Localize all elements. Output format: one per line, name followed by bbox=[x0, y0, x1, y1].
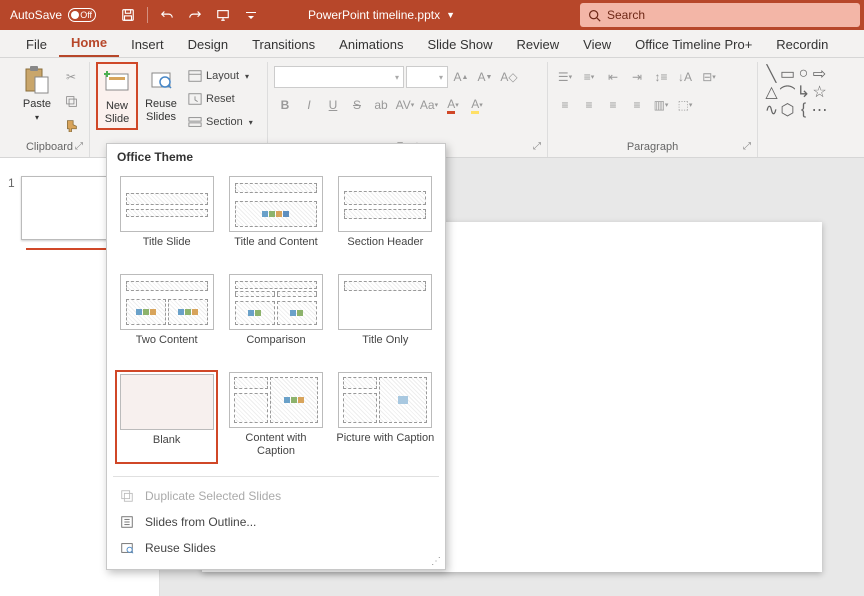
shape-triangle-icon[interactable]: △ bbox=[764, 84, 779, 99]
search-input[interactable]: Search bbox=[580, 3, 860, 27]
change-case-icon[interactable]: Aa▾ bbox=[418, 94, 440, 116]
clipboard-launcher-icon[interactable]: ⤢ bbox=[75, 141, 87, 153]
undo-icon[interactable] bbox=[155, 3, 179, 27]
strikethrough-icon[interactable]: S bbox=[346, 94, 368, 116]
font-color-icon[interactable]: A▾ bbox=[442, 94, 464, 116]
menu-duplicate-slides: Duplicate Selected Slides bbox=[107, 483, 445, 509]
layout-two-content[interactable]: Two Content bbox=[115, 272, 218, 362]
reset-button[interactable]: Reset bbox=[184, 88, 257, 110]
autosave-toggle[interactable]: AutoSave Off bbox=[0, 8, 106, 22]
title-bar: AutoSave Off PowerPoint timeline.pptx ▼ … bbox=[0, 0, 864, 30]
highlight-icon[interactable]: A▾ bbox=[466, 94, 488, 116]
shape-connector-icon[interactable]: ↳ bbox=[796, 84, 811, 99]
align-right-icon[interactable]: ≡ bbox=[602, 94, 624, 116]
group-clipboard: Paste ▾ ✂ Clipboard ⤢ bbox=[10, 62, 90, 157]
new-slide-button[interactable]: New Slide bbox=[96, 62, 138, 130]
bullets-icon[interactable]: ☰▾ bbox=[554, 66, 576, 88]
layout-section-header[interactable]: Section Header bbox=[334, 174, 437, 264]
outline-icon bbox=[119, 514, 135, 530]
text-direction-icon[interactable]: ↓A bbox=[674, 66, 696, 88]
increase-indent-icon[interactable]: ⇥ bbox=[626, 66, 648, 88]
paste-button[interactable]: Paste ▾ bbox=[16, 62, 58, 125]
autosave-label: AutoSave bbox=[10, 8, 62, 22]
shape-curve-icon[interactable]: ∿ bbox=[764, 102, 779, 117]
cut-icon[interactable]: ✂ bbox=[60, 66, 82, 88]
align-left-icon[interactable]: ≡ bbox=[554, 94, 576, 116]
layout-button[interactable]: Layout▾ bbox=[184, 65, 257, 87]
shape-more-icon[interactable]: ⋯ bbox=[812, 102, 827, 117]
shape-brace-icon[interactable]: { bbox=[796, 102, 811, 117]
justify-icon[interactable]: ≡ bbox=[626, 94, 648, 116]
format-painter-icon[interactable] bbox=[60, 114, 82, 136]
shape-line2-icon[interactable]: ⌒ bbox=[780, 84, 795, 99]
shadow-icon[interactable]: ab bbox=[370, 94, 392, 116]
paste-icon bbox=[21, 64, 53, 96]
tab-animations[interactable]: Animations bbox=[327, 32, 415, 57]
new-slide-gallery: Office Theme Title Slide Title and Conte… bbox=[106, 143, 446, 570]
reuse-icon bbox=[119, 540, 135, 556]
reuse-slides-button[interactable]: Reuse Slides bbox=[140, 62, 182, 126]
tab-design[interactable]: Design bbox=[176, 32, 240, 57]
layout-title-content[interactable]: Title and Content bbox=[224, 174, 327, 264]
line-spacing-icon[interactable]: ↕≡ bbox=[650, 66, 672, 88]
increase-font-icon[interactable]: A▲ bbox=[450, 66, 472, 88]
decrease-indent-icon[interactable]: ⇤ bbox=[602, 66, 624, 88]
convert-smartart-icon[interactable]: ⬚▾ bbox=[674, 94, 696, 116]
new-slide-icon bbox=[101, 66, 133, 98]
group-label-clipboard: Clipboard bbox=[16, 139, 83, 157]
gallery-header: Office Theme bbox=[107, 144, 445, 170]
layout-title-only[interactable]: Title Only bbox=[334, 272, 437, 362]
font-size-combo[interactable]: ▾ bbox=[406, 66, 448, 88]
underline-icon[interactable]: U bbox=[322, 94, 344, 116]
layout-blank[interactable]: Blank bbox=[115, 370, 218, 464]
document-title: PowerPoint timeline.pptx ▼ bbox=[183, 8, 580, 22]
menu-slides-from-outline[interactable]: Slides from Outline... bbox=[107, 509, 445, 535]
shape-freeform-icon[interactable]: ⬡ bbox=[780, 102, 795, 117]
shape-star-icon[interactable]: ☆ bbox=[812, 84, 827, 99]
group-label-paragraph: Paragraph bbox=[554, 139, 751, 157]
reuse-slides-icon bbox=[145, 64, 177, 96]
shape-line-icon[interactable]: ╲ bbox=[764, 66, 779, 81]
section-button[interactable]: Section▾ bbox=[184, 111, 257, 133]
tab-view[interactable]: View bbox=[571, 32, 623, 57]
tab-file[interactable]: File bbox=[14, 32, 59, 57]
shape-arrow-icon[interactable]: ⇨ bbox=[812, 66, 827, 81]
layout-picture-caption[interactable]: Picture with Caption bbox=[334, 370, 437, 464]
align-center-icon[interactable]: ≡ bbox=[578, 94, 600, 116]
font-launcher-icon[interactable]: ⤢ bbox=[533, 141, 545, 153]
tab-insert[interactable]: Insert bbox=[119, 32, 176, 57]
copy-icon[interactable] bbox=[60, 90, 82, 112]
group-drawing: ╲ ▭ ○ ⇨ △ ⌒ ↳ ☆ ∿ ⬡ { ⋯ bbox=[758, 62, 826, 157]
group-paragraph: ☰▾ ≡▾ ⇤ ⇥ ↕≡ ↓A ⊟▾ ≡ ≡ ≡ ≡ ▥▾ ⬚▾ Paragra… bbox=[548, 62, 758, 157]
align-text-icon[interactable]: ⊟▾ bbox=[698, 66, 720, 88]
save-icon[interactable] bbox=[116, 3, 140, 27]
italic-icon[interactable]: I bbox=[298, 94, 320, 116]
char-spacing-icon[interactable]: AV▾ bbox=[394, 94, 416, 116]
layout-title-slide[interactable]: Title Slide bbox=[115, 174, 218, 264]
paragraph-launcher-icon[interactable]: ⤢ bbox=[743, 141, 755, 153]
shape-oval-icon[interactable]: ○ bbox=[796, 66, 811, 81]
ribbon-tabs: File Home Insert Design Transitions Anim… bbox=[0, 30, 864, 58]
font-family-combo[interactable]: ▾ bbox=[274, 66, 404, 88]
slide-number: 1 bbox=[8, 176, 15, 190]
duplicate-icon bbox=[119, 488, 135, 504]
tab-home[interactable]: Home bbox=[59, 30, 119, 57]
layout-comparison[interactable]: Comparison bbox=[224, 272, 327, 362]
decrease-font-icon[interactable]: A▼ bbox=[474, 66, 496, 88]
menu-reuse-slides[interactable]: Reuse Slides bbox=[107, 535, 445, 561]
toggle-switch[interactable]: Off bbox=[68, 8, 96, 22]
search-icon bbox=[588, 9, 601, 22]
bold-icon[interactable]: B bbox=[274, 94, 296, 116]
tab-review[interactable]: Review bbox=[505, 32, 572, 57]
tab-transitions[interactable]: Transitions bbox=[240, 32, 327, 57]
tab-slideshow[interactable]: Slide Show bbox=[415, 32, 504, 57]
tab-recording[interactable]: Recordin bbox=[764, 32, 840, 57]
clear-formatting-icon[interactable]: A◇ bbox=[498, 66, 520, 88]
columns-icon[interactable]: ▥▾ bbox=[650, 94, 672, 116]
resize-grip-icon[interactable]: ⋰ bbox=[431, 556, 441, 567]
tab-office-timeline[interactable]: Office Timeline Pro+ bbox=[623, 32, 764, 57]
layout-content-caption[interactable]: Content with Caption bbox=[224, 370, 327, 464]
chevron-down-icon[interactable]: ▼ bbox=[446, 10, 455, 20]
numbering-icon[interactable]: ≡▾ bbox=[578, 66, 600, 88]
